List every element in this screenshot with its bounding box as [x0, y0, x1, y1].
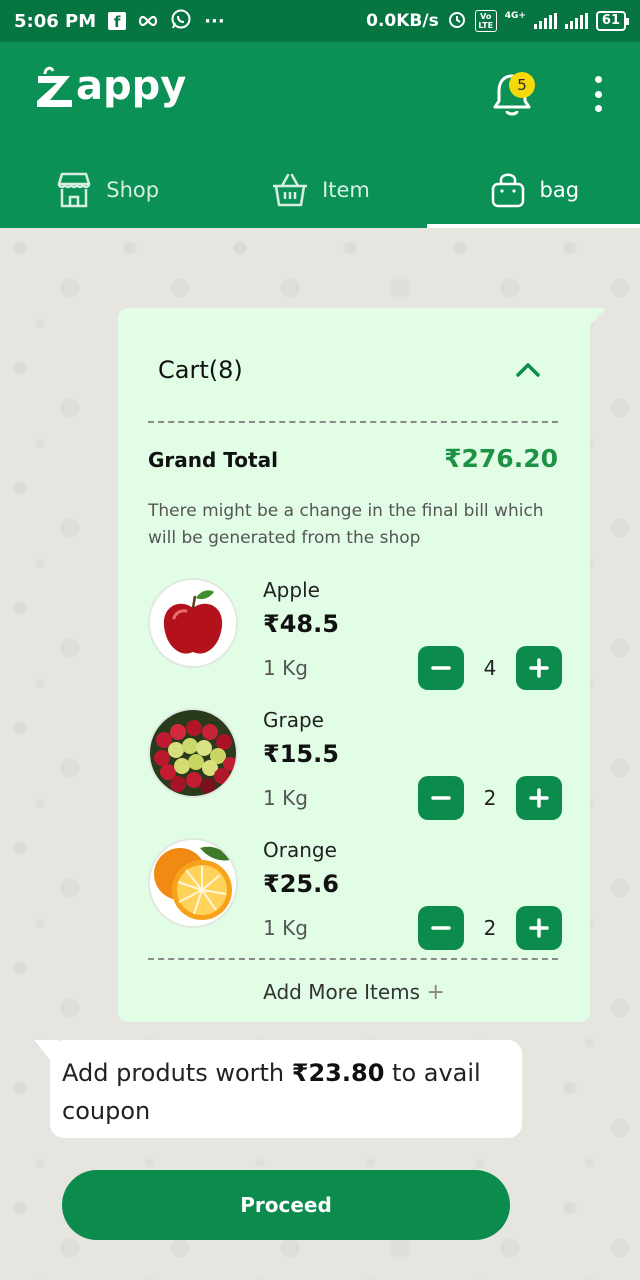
minus-icon — [431, 926, 451, 930]
apple-image — [148, 578, 238, 668]
plus-icon — [529, 918, 549, 938]
coupon-prefix: Add produts worth — [62, 1059, 292, 1087]
whatsapp-icon — [170, 8, 192, 34]
minus-icon — [431, 666, 451, 670]
chevron-up-icon[interactable] — [515, 360, 541, 380]
network-speed: 0.0KB/s — [366, 11, 439, 31]
minus-icon — [431, 796, 451, 800]
tab-item-label: Item — [322, 178, 370, 202]
shop-icon — [58, 172, 91, 208]
signal-icon — [533, 13, 557, 29]
cart-item: Grape ₹15.5 1 Kg 2 — [148, 708, 568, 828]
tab-shop-label: Shop — [106, 178, 160, 202]
item-quantity: 2 — [483, 916, 497, 940]
proceed-button[interactable]: Proceed — [62, 1170, 510, 1240]
item-quantity: 2 — [483, 786, 497, 810]
more-notifications-dots: ··· — [204, 10, 225, 32]
cart-item: Apple ₹48.5 1 Kg 4 — [148, 578, 568, 698]
cart-item: Orange ₹25.6 1 Kg 2 — [148, 838, 568, 958]
item-price: ₹25.6 — [263, 870, 339, 898]
increase-qty-button[interactable] — [516, 906, 562, 950]
tab-bar: Shop Item bag — [0, 152, 640, 228]
logo-text: appy — [76, 63, 187, 109]
status-time: 5:06 PM — [14, 10, 97, 32]
item-unit: 1 Kg — [263, 656, 308, 680]
coupon-message: Add produts worth ₹23.80 to avail coupon — [50, 1040, 522, 1138]
item-unit: 1 Kg — [263, 916, 308, 940]
grand-total-label: Grand Total — [148, 448, 278, 472]
app-bar: appy 5 Shop Item bag — [0, 42, 640, 228]
item-quantity: 4 — [483, 656, 497, 680]
plus-icon — [529, 788, 549, 808]
bag-icon — [491, 173, 524, 208]
grand-total-value: ₹276.20 — [444, 444, 558, 473]
alarm-icon — [447, 9, 467, 33]
status-bar: 5:06 PM f ··· 0.0KB/s Vo LTE 4G+ 61 — [0, 0, 640, 42]
increase-qty-button[interactable] — [516, 776, 562, 820]
add-icon: + — [426, 980, 445, 1005]
decrease-qty-button[interactable] — [418, 906, 464, 950]
divider — [148, 958, 558, 960]
more-options-icon[interactable] — [588, 76, 608, 112]
add-more-items-label: Add More Items — [263, 980, 421, 1004]
infinity-icon — [138, 12, 158, 31]
logo-z-mark — [36, 64, 74, 108]
item-name: Grape — [263, 708, 324, 732]
grape-image — [148, 708, 238, 798]
item-price: ₹15.5 — [263, 740, 339, 768]
cart-card: Cart(8) Grand Total ₹276.20 There might … — [118, 308, 590, 1022]
orange-image — [148, 838, 238, 928]
decrease-qty-button[interactable] — [418, 646, 464, 690]
item-name: Orange — [263, 838, 337, 862]
increase-qty-button[interactable] — [516, 646, 562, 690]
coupon-amount: ₹23.80 — [291, 1059, 385, 1087]
item-name: Apple — [263, 578, 320, 602]
add-more-items-link[interactable]: Add More Items + — [118, 980, 590, 1005]
divider — [148, 421, 558, 423]
bill-change-note: There might be a change in the final bil… — [148, 501, 544, 548]
zappy-logo: appy — [36, 64, 186, 108]
item-price: ₹48.5 — [263, 610, 339, 638]
decrease-qty-button[interactable] — [418, 776, 464, 820]
tab-bag[interactable]: bag — [426, 152, 640, 228]
signal-icon-sim2 — [564, 13, 588, 29]
notification-badge: 5 — [509, 72, 535, 98]
basket-icon — [273, 173, 308, 207]
tab-shop[interactable]: Shop — [0, 152, 213, 228]
battery-icon: 61 — [595, 11, 630, 31]
cart-title: Cart(8) — [158, 356, 243, 384]
tab-item[interactable]: Item — [213, 152, 426, 228]
volte-icon: Vo LTE — [474, 10, 497, 32]
plus-icon — [529, 658, 549, 678]
network-type: 4G+ — [504, 11, 526, 21]
tab-bag-label: bag — [539, 178, 580, 202]
item-unit: 1 Kg — [263, 786, 308, 810]
facebook-icon: f — [108, 12, 127, 31]
